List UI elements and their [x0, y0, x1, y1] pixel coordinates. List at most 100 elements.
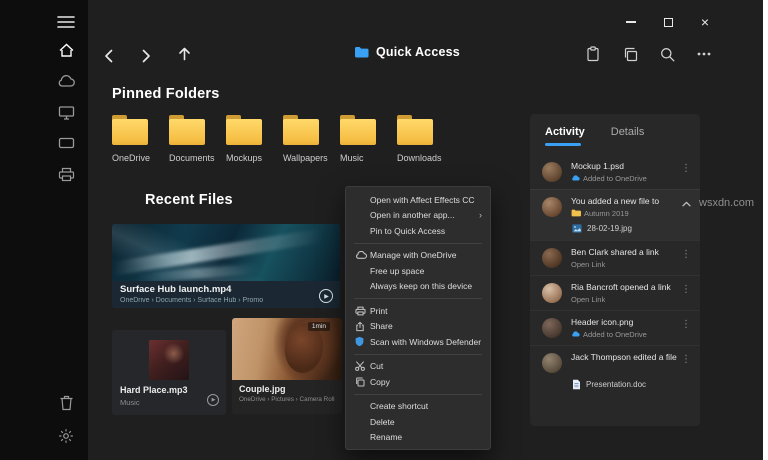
folder-icon	[112, 115, 148, 145]
cloud-icon	[58, 75, 75, 87]
menu-item-label: Share	[370, 321, 393, 332]
collapse-button[interactable]	[680, 201, 692, 207]
menu-item-always-keep-on-device[interactable]: Always keep on this device	[346, 279, 490, 295]
watermark: wsxdn.com	[699, 197, 755, 209]
activity-subtitle[interactable]: Open Link	[571, 295, 605, 304]
file-card-photo[interactable]: 1min Couple.jpg OneDrive › Pictures › Ca…	[232, 318, 342, 414]
more-options-icon[interactable]: ⋮	[680, 249, 692, 260]
menu-item-label: Free up space	[370, 265, 425, 276]
up-button[interactable]	[174, 44, 194, 64]
activity-title: Jack Thompson edited a file	[571, 351, 677, 362]
close-button[interactable]: ×	[693, 12, 717, 32]
folder-mockups[interactable]: Mockups	[226, 115, 283, 163]
video-thumbnail	[112, 224, 340, 281]
forward-button[interactable]	[136, 46, 156, 66]
menu-item-open-in-another-app[interactable]: Open in another app... ›	[346, 208, 490, 224]
activity-item[interactable]: Ria Bancroft opened a link Open Link ⋮	[530, 274, 700, 310]
menu-item-label: Create shortcut	[370, 401, 429, 412]
activity-item[interactable]: Mockup 1.psd Added to OneDrive ⋮	[530, 155, 700, 189]
menu-item-copy[interactable]: Copy	[346, 374, 490, 390]
sidebar-item-settings[interactable]	[55, 426, 77, 446]
folder-mini-icon	[571, 209, 581, 217]
play-button[interactable]: ▶	[319, 289, 333, 303]
shield-icon	[355, 336, 370, 347]
copy-button[interactable]	[622, 46, 638, 62]
ellipsis-icon	[697, 52, 711, 56]
activity-item[interactable]: You added a new file to Autumn 2019 28-0…	[530, 188, 700, 240]
more-options-icon[interactable]: ⋮	[680, 163, 692, 174]
monitor-icon	[58, 105, 74, 120]
activity-subtitle[interactable]: Open Link	[571, 260, 605, 269]
menu-item-cut[interactable]: Cut	[346, 359, 490, 375]
menu-item-free-up-space[interactable]: Free up space	[346, 263, 490, 279]
file-breadcrumb: OneDrive › Documents › Surface Hub › Pro…	[120, 297, 264, 304]
menu-item-rename[interactable]: Rename	[346, 430, 490, 446]
menu-separator	[354, 242, 482, 244]
menu-item-delete[interactable]: Delete	[346, 414, 490, 430]
close-icon: ×	[700, 14, 710, 30]
activity-title: You added a new file to	[571, 195, 660, 206]
minimize-icon	[626, 21, 636, 23]
chevron-right-icon	[142, 49, 150, 63]
folder-downloads[interactable]: Downloads	[397, 115, 454, 163]
share-icon	[355, 321, 370, 332]
menu-item-label: Manage with OneDrive	[370, 250, 457, 261]
sidebar-item-home[interactable]	[55, 40, 77, 60]
attachment-label: 28-02-19.jpg	[587, 223, 632, 233]
image-edge-strip	[763, 0, 768, 460]
menu-item-share[interactable]: Share	[346, 319, 490, 335]
menu-item-label: Open with Affect Effects CC	[370, 194, 475, 205]
folder-icon	[169, 115, 205, 145]
minimize-button[interactable]	[619, 12, 643, 32]
activity-title: Header icon.png	[571, 316, 634, 327]
sidebar-item-devices[interactable]	[55, 133, 77, 153]
search-button[interactable]	[659, 46, 675, 62]
file-card-audio[interactable]: Hard Place.mp3 Music ▶	[112, 330, 226, 415]
activity-item[interactable]: Ben Clark shared a link Open Link ⋮	[530, 239, 700, 275]
more-options-icon[interactable]: ⋮	[680, 284, 692, 295]
sidebar-item-recycle-bin[interactable]	[55, 393, 77, 413]
folder-music[interactable]: Music	[340, 115, 397, 163]
page-title: Quick Access	[376, 45, 460, 59]
file-card-video[interactable]: Surface Hub launch.mp4 OneDrive › Docume…	[112, 224, 340, 308]
folder-icon	[340, 115, 376, 145]
tablet-icon	[58, 137, 74, 149]
tab-activity[interactable]: Activity	[545, 126, 585, 146]
folder-documents[interactable]: Documents	[169, 115, 226, 163]
menu-item-print[interactable]: Print	[346, 303, 490, 319]
menu-item-label: Scan with Windows Defender	[370, 336, 482, 347]
more-options-icon[interactable]: ⋮	[680, 354, 692, 365]
hamburger-menu-button[interactable]	[56, 13, 76, 31]
sidebar-item-onedrive[interactable]	[55, 71, 77, 91]
menu-item-scan-with-defender[interactable]: Scan with Windows Defender	[346, 334, 490, 350]
folder-icon	[283, 115, 319, 145]
activity-item[interactable]: Header icon.png Added to OneDrive ⋮	[530, 309, 700, 345]
menu-item-pin-to-quick-access[interactable]: Pin to Quick Access	[346, 223, 490, 239]
folder-onedrive[interactable]: OneDrive	[112, 115, 169, 163]
home-icon	[59, 43, 73, 57]
activity-subtitle: Autumn 2019	[584, 208, 629, 218]
play-icon: ▶	[324, 293, 329, 300]
menu-item-open-with-app[interactable]: Open with Affect Effects CC	[346, 192, 490, 208]
maximize-button[interactable]	[656, 12, 680, 32]
more-button[interactable]	[696, 46, 712, 62]
attachment-row[interactable]: 28-02-19.jpg	[572, 224, 692, 233]
more-options-icon[interactable]: ⋮	[680, 319, 692, 330]
menu-item-create-shortcut[interactable]: Create shortcut	[346, 399, 490, 415]
clipboard-button[interactable]	[585, 46, 601, 62]
copy-icon	[624, 47, 637, 61]
file-breadcrumb: OneDrive › Pictures › Camera Roll	[239, 396, 335, 403]
location-title: Quick Access	[354, 45, 460, 59]
activity-item[interactable]: Jack Thompson edited a file ⋮ Presentati…	[530, 344, 700, 397]
back-button[interactable]	[98, 46, 118, 66]
attachment-row[interactable]: Presentation.doc	[572, 379, 692, 390]
tab-details[interactable]: Details	[611, 126, 645, 146]
menu-item-manage-with-onedrive[interactable]: Manage with OneDrive	[346, 248, 490, 264]
folder-wallpapers[interactable]: Wallpapers	[283, 115, 340, 163]
menu-item-label: Rename	[370, 432, 403, 443]
printer-icon	[58, 167, 74, 181]
play-button[interactable]: ▶	[207, 394, 219, 406]
sidebar-nav	[44, 40, 88, 184]
sidebar-item-printer[interactable]	[55, 164, 77, 184]
sidebar-item-this-pc[interactable]	[55, 102, 77, 122]
